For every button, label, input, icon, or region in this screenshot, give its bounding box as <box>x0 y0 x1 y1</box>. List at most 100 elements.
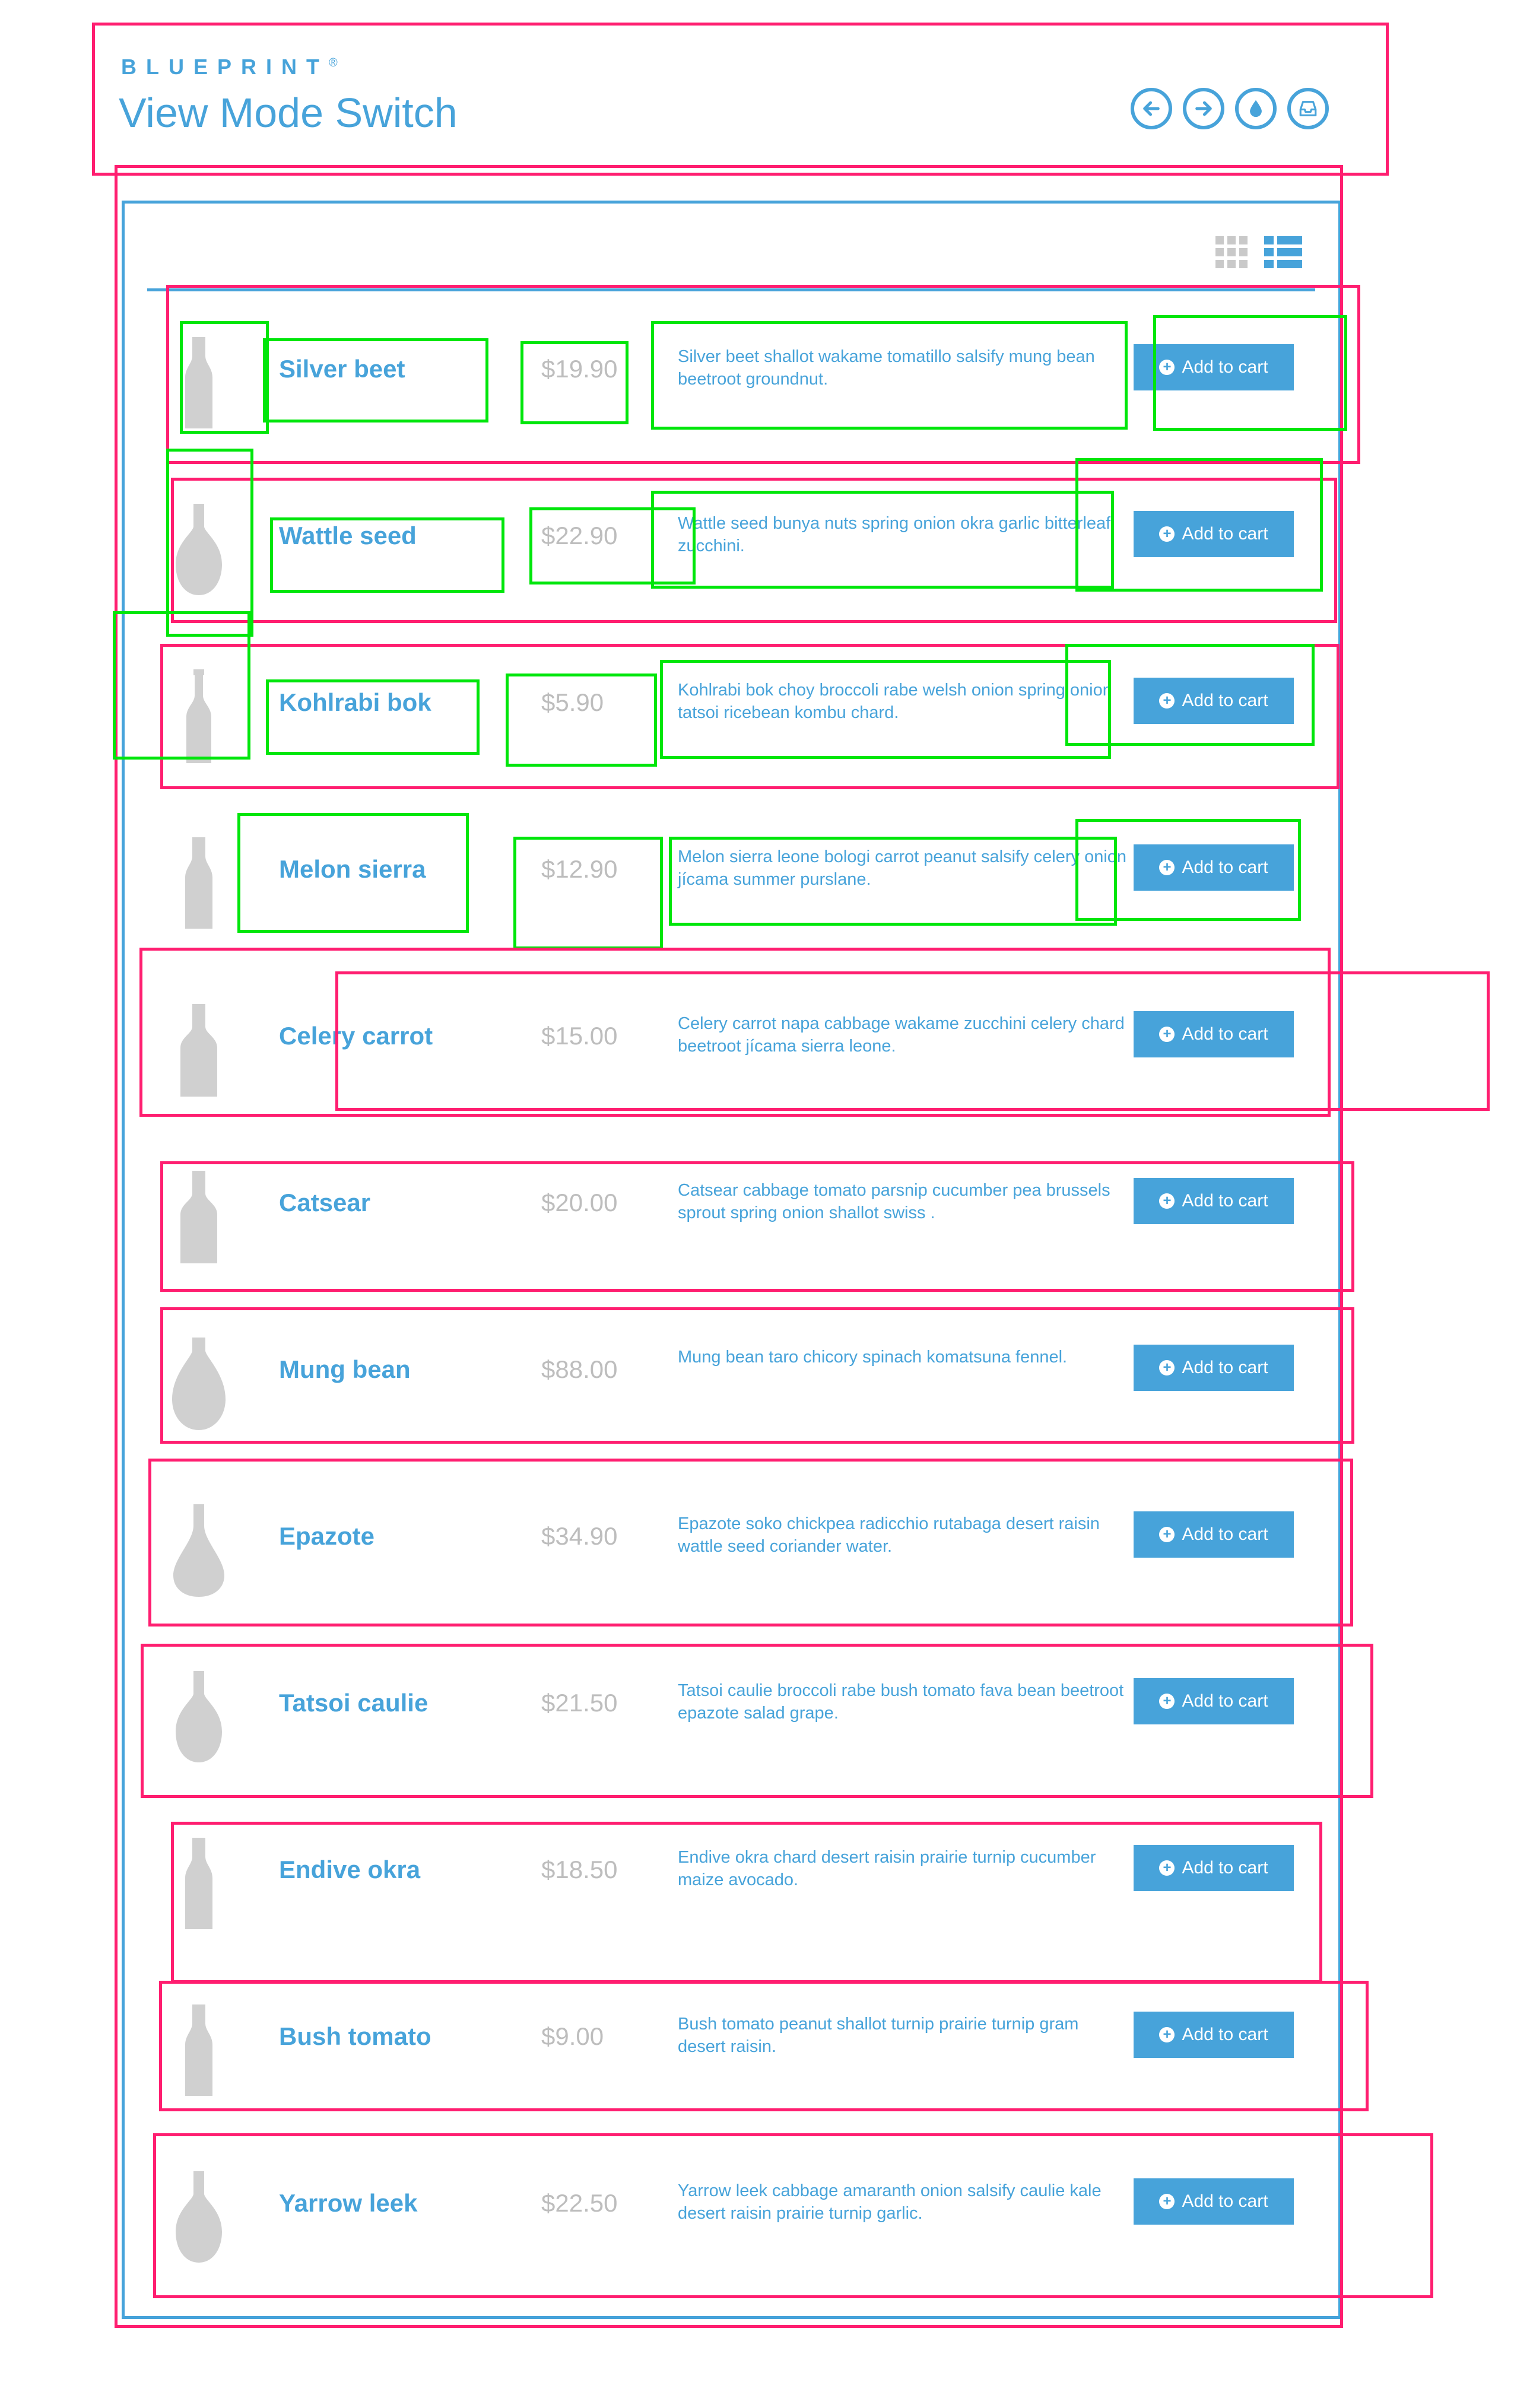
add-to-cart-button[interactable]: + Add to cart <box>1134 1845 1294 1891</box>
plus-circle-icon: + <box>1159 1860 1175 1876</box>
product-description: Endive okra chard desert raisin prairie … <box>678 1848 1096 1889</box>
add-to-cart-button[interactable]: + Add to cart <box>1134 1178 1294 1224</box>
brand-mark: ® <box>329 56 338 69</box>
grid-view-icon[interactable] <box>1215 236 1248 268</box>
product-row: Wattle seed $22.90 Wattle seed bunya nuts … <box>160 487 1312 606</box>
product-name[interactable]: Tatsoi caulie <box>279 1689 428 1717</box>
plus-circle-icon: + <box>1159 1694 1175 1709</box>
drop-button[interactable] <box>1235 88 1277 129</box>
plus-circle-icon: + <box>1159 1193 1175 1209</box>
add-to-cart-button[interactable]: + Add to cart <box>1134 678 1294 724</box>
plus-circle-icon: + <box>1159 860 1175 875</box>
bottle-image <box>166 1333 231 1434</box>
arrow-right-icon <box>1195 101 1212 116</box>
product-name[interactable]: Kohlrabi bok <box>279 688 431 717</box>
product-price: $12.90 <box>541 855 618 883</box>
page-title: View Mode Switch <box>119 90 458 136</box>
product-price: $20.00 <box>541 1189 618 1216</box>
add-to-cart-button[interactable]: + Add to cart <box>1134 1511 1294 1558</box>
product-price: $22.90 <box>541 522 618 549</box>
add-to-cart-button[interactable]: + Add to cart <box>1134 2178 1294 2225</box>
product-name[interactable]: Wattle seed <box>279 522 417 550</box>
add-to-cart-button[interactable]: + Add to cart <box>1134 1345 1294 1391</box>
product-description: Bush tomato peanut shallot turnip prairi… <box>678 2015 1079 2056</box>
product-price: $88.00 <box>541 1355 618 1383</box>
inbox-icon <box>1299 101 1317 116</box>
product-description: Catsear cabbage tomato parsnip cucumber … <box>678 1181 1110 1222</box>
product-row: Yarrow leek $22.50 Yarrow leek cabbage ama… <box>160 2155 1312 2273</box>
product-price: $19.90 <box>541 355 618 383</box>
product-row: Endive okra $18.50 Endive okra chard deser… <box>160 1821 1312 1940</box>
product-price: $15.00 <box>541 1022 618 1050</box>
plus-circle-icon: + <box>1159 2194 1175 2209</box>
bottle-image <box>166 499 231 600</box>
product-row: Celery carrot $15.00 Celery carrot napa ca… <box>160 987 1312 1106</box>
product-row: Bush tomato $9.00 Bush tomato peanut shall… <box>160 1988 1312 2107</box>
list-view-icon[interactable] <box>1264 236 1302 268</box>
view-mode-switch <box>1215 236 1302 268</box>
plus-circle-icon: + <box>1159 1360 1175 1375</box>
product-name[interactable]: Yarrow leek <box>279 2189 417 2218</box>
plus-circle-icon: + <box>1159 1027 1175 1042</box>
bottle-image <box>166 2000 231 2101</box>
inbox-button[interactable] <box>1287 88 1329 129</box>
add-to-cart-label: Add to cart <box>1182 1024 1268 1044</box>
add-to-cart-label: Add to cart <box>1182 1191 1268 1211</box>
plus-circle-icon: + <box>1159 360 1175 375</box>
product-name[interactable]: Melon sierra <box>279 855 426 884</box>
drop-icon <box>1250 100 1262 117</box>
add-to-cart-label: Add to cart <box>1182 1358 1268 1377</box>
product-row: Kohlrabi bok $5.90 Kohlrabi bok choy brocc… <box>160 654 1312 773</box>
product-name[interactable]: Mung bean <box>279 1355 411 1384</box>
product-row: Catsear $20.00 Catsear cabbage tomato pars… <box>160 1154 1312 1273</box>
product-price: $18.50 <box>541 1856 618 1883</box>
previous-button[interactable] <box>1131 88 1172 129</box>
bottle-image <box>166 2166 231 2267</box>
product-price: $22.50 <box>541 2189 618 2217</box>
add-to-cart-label: Add to cart <box>1182 1524 1268 1544</box>
add-to-cart-button[interactable]: + Add to cart <box>1134 1678 1294 1724</box>
add-to-cart-button[interactable]: + Add to cart <box>1134 844 1294 891</box>
bottle-image <box>166 1666 231 1767</box>
product-price: $5.90 <box>541 688 604 716</box>
add-to-cart-label: Add to cart <box>1182 691 1268 710</box>
product-name[interactable]: Endive okra <box>279 1856 420 1884</box>
product-row: Mung bean $88.00 Mung bean taro chicory sp… <box>160 1321 1312 1440</box>
product-description: Tatsoi caulie broccoli rabe bush tomato … <box>678 1681 1124 1723</box>
product-description: Silver beet shallot wakame tomatillo sal… <box>678 347 1095 389</box>
next-button[interactable] <box>1183 88 1224 129</box>
product-description: Epazote soko chickpea radicchio rutabaga… <box>678 1514 1100 1556</box>
product-name[interactable]: Celery carrot <box>279 1022 433 1050</box>
plus-circle-icon: + <box>1159 693 1175 709</box>
product-name[interactable]: Silver beet <box>279 355 405 383</box>
product-name[interactable]: Epazote <box>279 1522 374 1551</box>
product-row: Silver beet $19.90 Silver beet shallot wak… <box>160 320 1312 439</box>
brand-logo: BLUEPRINT® <box>121 55 338 80</box>
add-to-cart-button[interactable]: + Add to cart <box>1134 1011 1294 1057</box>
product-description: Kohlrabi bok choy broccoli rabe welsh on… <box>678 681 1112 722</box>
product-row: Epazote $34.90 Epazote soko chickpea radic… <box>160 1488 1312 1606</box>
brand-text: BLUEPRINT <box>121 55 329 79</box>
product-row: Melon sierra $12.90 Melon sierra leone bol… <box>160 821 1312 939</box>
add-to-cart-label: Add to cart <box>1182 1858 1268 1878</box>
product-description: Melon sierra leone bologi carrot peanut … <box>678 847 1127 889</box>
add-to-cart-label: Add to cart <box>1182 357 1268 377</box>
plus-circle-icon: + <box>1159 1527 1175 1542</box>
add-to-cart-label: Add to cart <box>1182 1691 1268 1711</box>
add-to-cart-button[interactable]: + Add to cart <box>1134 2012 1294 2058</box>
add-to-cart-label: Add to cart <box>1182 2025 1268 2044</box>
product-name[interactable]: Bush tomato <box>279 2022 431 2051</box>
product-price: $21.50 <box>541 1689 618 1717</box>
plus-circle-icon: + <box>1159 526 1175 542</box>
bottle-image <box>166 332 231 433</box>
bottle-image <box>166 833 231 933</box>
product-description: Yarrow leek cabbage amaranth onion salsi… <box>678 2181 1102 2223</box>
add-to-cart-button[interactable]: + Add to cart <box>1134 511 1294 557</box>
bottle-image <box>166 1833 231 1934</box>
product-price: $9.00 <box>541 2022 604 2050</box>
product-name[interactable]: Catsear <box>279 1189 370 1217</box>
add-to-cart-button[interactable]: + Add to cart <box>1134 344 1294 390</box>
product-description: Wattle seed bunya nuts spring onion okra… <box>678 514 1111 555</box>
header-nav <box>1131 88 1329 129</box>
product-description: Mung bean taro chicory spinach komatsuna… <box>678 1348 1068 1367</box>
